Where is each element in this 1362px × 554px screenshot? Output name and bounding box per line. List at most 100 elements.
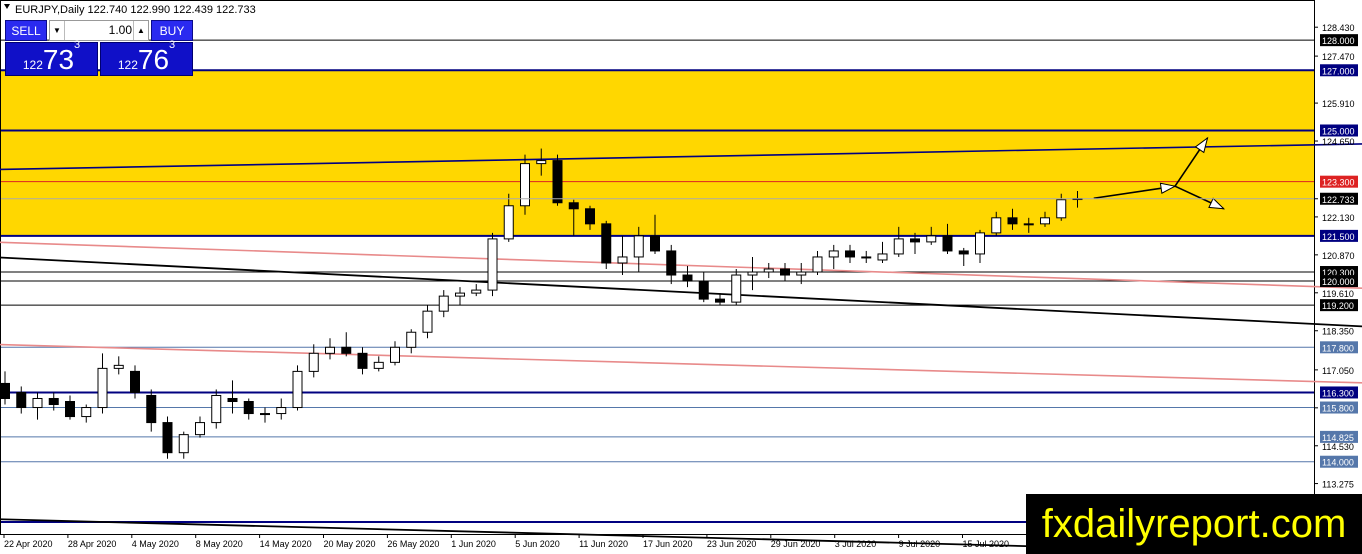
bullish-candle-body [763, 268, 774, 273]
one-click-trading-panel: SELL ▼ 1.00 ▲ BUY 122733 122763 [5, 20, 193, 76]
bullish-candle-body [503, 205, 514, 240]
candle[interactable] [325, 338, 335, 360]
candle[interactable] [682, 265, 693, 288]
candle[interactable] [308, 344, 319, 378]
x-axis-tick-label: 17 Jun 2020 [643, 539, 693, 549]
price-label-text: 119.200 [1322, 301, 1354, 311]
candle[interactable] [211, 389, 222, 429]
candle[interactable] [861, 250, 872, 263]
bearish-candle-body [650, 235, 660, 252]
trendline[interactable] [0, 256, 1362, 338]
candle[interactable] [731, 269, 742, 306]
candle[interactable] [828, 244, 839, 270]
lot-size-stepper[interactable]: ▼ 1.00 ▲ [49, 20, 149, 41]
buy-price-main: 76 [137, 44, 170, 75]
candle[interactable] [601, 220, 612, 270]
candle[interactable] [357, 347, 368, 375]
bullish-candle-body [861, 256, 872, 259]
sell-price-display[interactable]: 122733 [5, 39, 98, 76]
x-axis-tick-label: 11 Jun 2020 [579, 539, 628, 549]
candle[interactable] [455, 287, 465, 306]
candle[interactable] [958, 247, 969, 266]
bullish-candle-body [1056, 199, 1067, 219]
bullish-candle-body [373, 361, 384, 369]
candle[interactable] [32, 392, 43, 420]
candle[interactable] [341, 332, 352, 357]
candle[interactable] [471, 284, 482, 297]
bearish-candle-body [357, 352, 368, 369]
candle[interactable] [438, 290, 449, 318]
y-axis-tick-label: 114.530 [1322, 442, 1354, 452]
bearish-candle-body [146, 394, 157, 424]
candle[interactable] [113, 356, 124, 375]
collapse-triangle-icon[interactable] [4, 4, 10, 9]
candle[interactable] [763, 262, 774, 279]
candle[interactable] [97, 353, 108, 414]
sell-button[interactable]: SELL [5, 20, 47, 41]
bearish-candle-body [958, 250, 969, 255]
trendline[interactable] [0, 241, 1362, 296]
candle[interactable] [260, 407, 270, 423]
buy-price-display[interactable]: 122763 [100, 39, 193, 76]
candle[interactable] [780, 262, 790, 282]
candle[interactable] [0, 371, 10, 405]
candle[interactable] [845, 244, 855, 263]
candle[interactable] [390, 341, 400, 366]
candle[interactable] [552, 154, 563, 206]
candle[interactable] [617, 235, 628, 276]
candle[interactable] [877, 241, 888, 263]
candle[interactable] [373, 356, 384, 372]
candle[interactable] [276, 398, 287, 420]
bearish-candle-body [552, 160, 563, 204]
bullish-candle-body [455, 292, 465, 297]
candle[interactable] [422, 305, 433, 339]
bullish-candle-body [731, 274, 742, 303]
candle[interactable] [487, 232, 498, 297]
candle[interactable] [227, 380, 238, 414]
candle[interactable] [16, 386, 27, 414]
chevron-down-icon[interactable]: ▼ [50, 21, 65, 40]
candle[interactable] [195, 416, 205, 438]
candle[interactable] [81, 404, 92, 423]
lot-size-value[interactable]: 1.00 [66, 21, 132, 40]
price-label-text: 128.000 [1322, 36, 1355, 46]
candle[interactable] [162, 416, 173, 459]
candle[interactable] [975, 229, 985, 263]
candle[interactable] [243, 398, 254, 420]
x-axis-tick-label: 8 May 2020 [196, 539, 243, 549]
candle[interactable] [747, 256, 758, 291]
bearish-candle-body [585, 208, 595, 225]
trendline[interactable] [0, 343, 1362, 389]
bullish-candle-body [308, 352, 319, 372]
candle[interactable] [666, 244, 677, 285]
price-chart[interactable]: 128.430 127.470 125.910 124.650 122.733 122.1… [0, 0, 1362, 554]
buy-button[interactable]: BUY [151, 20, 193, 41]
candle[interactable] [65, 395, 75, 420]
chevron-up-icon[interactable]: ▲ [133, 21, 148, 40]
bullish-candle-body [178, 434, 189, 454]
candle[interactable] [146, 389, 157, 432]
bearish-candle-body [162, 422, 173, 454]
candle[interactable] [130, 365, 140, 399]
bearish-candle-body [130, 370, 140, 393]
candle[interactable] [178, 431, 189, 459]
x-axis-tick-label: 15 Jul 2020 [963, 539, 1010, 549]
bullish-candle-body [1040, 217, 1050, 225]
y-axis-tick-label: 120.870 [1322, 251, 1355, 261]
candle[interactable] [292, 365, 303, 411]
bullish-candle-body [747, 271, 758, 276]
candle[interactable] [812, 250, 823, 276]
y-axis-tick-label: 128.430 [1322, 23, 1355, 33]
bearish-candle-body [666, 250, 677, 276]
bullish-candle-body [536, 160, 547, 165]
x-axis-tick-label: 28 Apr 2020 [68, 539, 117, 549]
candle[interactable] [698, 272, 709, 303]
x-axis-tick-label: 1 Jun 2020 [451, 539, 496, 549]
buy-price-prefix: 122 [117, 58, 138, 72]
watermark-logo: fxdailyreport.com [1026, 494, 1362, 554]
bullish-candle-body [471, 289, 482, 294]
candle[interactable] [520, 154, 530, 215]
candle[interactable] [406, 329, 417, 354]
y-axis-tick-label: 122.130 [1322, 213, 1355, 223]
x-axis-tick-label: 23 Jun 2020 [707, 539, 757, 549]
